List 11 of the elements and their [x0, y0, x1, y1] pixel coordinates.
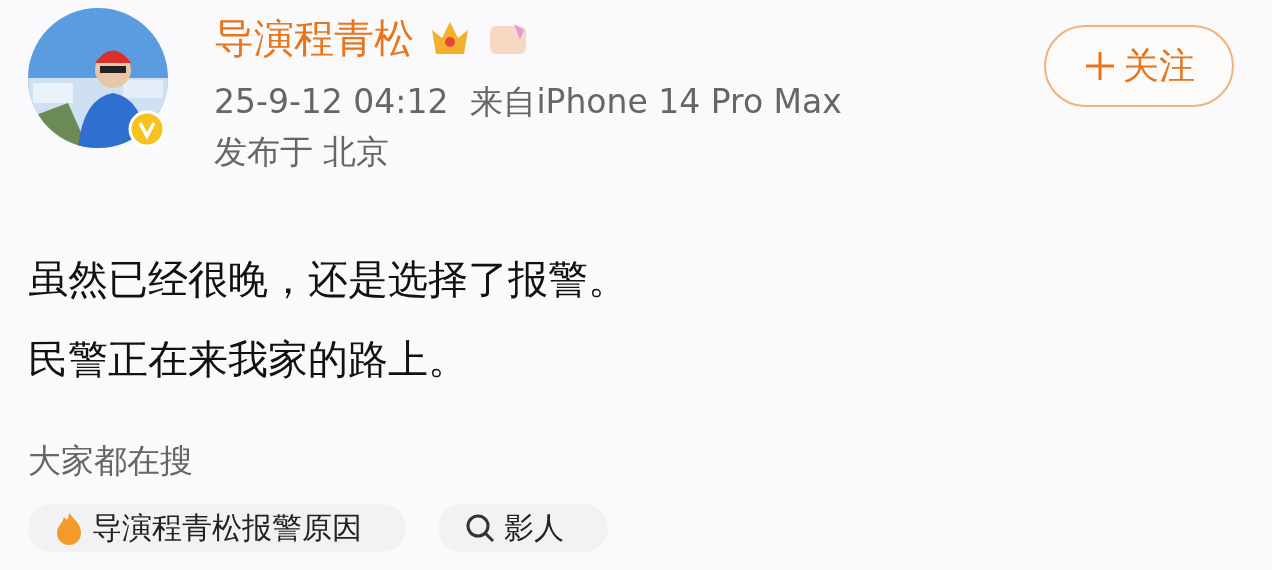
flame-icon [54, 511, 84, 546]
post-location: 发布于 北京 [214, 131, 391, 172]
post-text-line: 虽然已经很晚，还是选择了报警。 [28, 255, 629, 305]
search-chip[interactable]: 影人 [438, 504, 608, 553]
search-icon [464, 512, 496, 545]
plus-icon [1083, 49, 1117, 83]
section-title: 大家都在搜 [28, 440, 194, 483]
post-time: 25-9-12 04:12 [214, 82, 449, 122]
post-source: 来自iPhone 14 Pro Max [470, 82, 842, 122]
post-text-line: 民警正在来我家的路上。 [28, 335, 469, 385]
search-chip[interactable]: 导演程青松报警原因 [28, 504, 406, 553]
